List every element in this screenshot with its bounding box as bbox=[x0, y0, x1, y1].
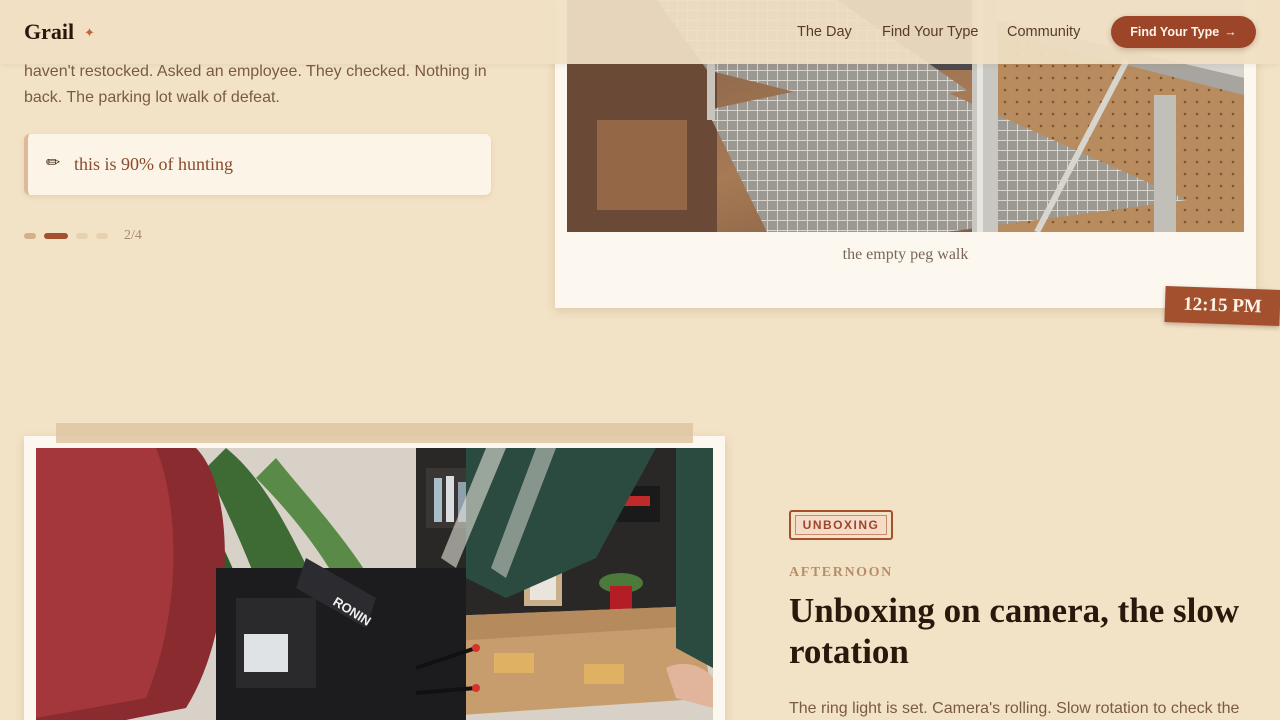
site-header: Grail ✦ The Day Find Your Type Community… bbox=[0, 0, 1280, 64]
story-body-text: haven't restocked. Asked an employee. Th… bbox=[24, 63, 487, 106]
logo[interactable]: Grail bbox=[24, 19, 74, 45]
tape-strip bbox=[56, 423, 693, 443]
find-your-type-button[interactable]: Find Your Type → bbox=[1111, 16, 1256, 48]
slide-dot-4[interactable] bbox=[96, 233, 108, 239]
note-text: this is 90% of hunting bbox=[74, 154, 234, 174]
cta-label: Find Your Type bbox=[1130, 25, 1220, 39]
arrow-right-icon: → bbox=[1224, 25, 1237, 39]
slide-counter: 2/4 bbox=[124, 228, 142, 243]
slide-dot-1[interactable] bbox=[24, 233, 36, 239]
nav-find-your-type[interactable]: Find Your Type bbox=[882, 24, 978, 40]
photo-caption: the empty peg walk bbox=[842, 246, 969, 263]
pencil-icon: ✏ bbox=[46, 153, 61, 172]
section-headline: Unboxing on camera, the slow rotation bbox=[789, 591, 1240, 671]
section-eyebrow: AFTERNOON bbox=[789, 565, 893, 580]
slide-dot-2-active[interactable] bbox=[44, 233, 68, 239]
sparkle-icon: ✦ bbox=[84, 25, 95, 40]
photo-card-unboxing: RONIN bbox=[24, 436, 725, 720]
section-lede: The ring light is set. Camera's rolling.… bbox=[789, 700, 1240, 717]
nav-the-day[interactable]: The Day bbox=[797, 24, 852, 40]
time-badge: 12:15 PM bbox=[1164, 286, 1280, 326]
slide-dot-3[interactable] bbox=[76, 233, 88, 239]
category-tag[interactable]: UNBOXING bbox=[789, 510, 893, 540]
unboxing-camera-photo: RONIN bbox=[36, 448, 713, 720]
nav-community[interactable]: Community bbox=[1007, 24, 1080, 40]
category-tag-label: UNBOXING bbox=[794, 515, 888, 535]
note-card: ✏ this is 90% of hunting bbox=[24, 134, 491, 195]
